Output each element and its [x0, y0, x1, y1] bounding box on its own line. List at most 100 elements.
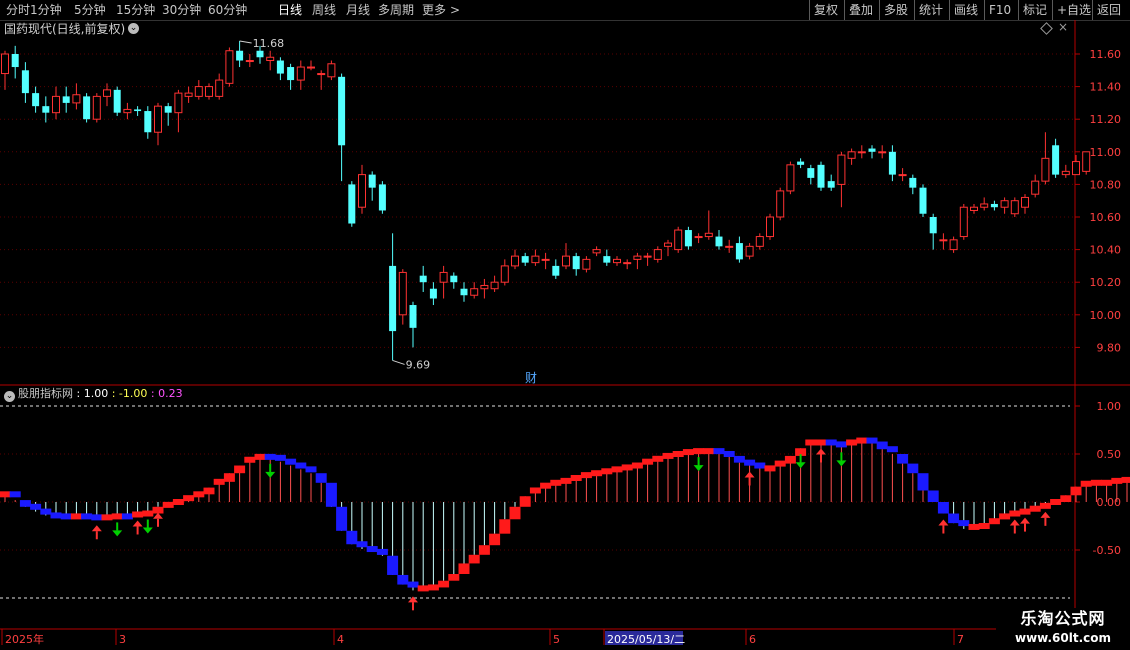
- period-tab-3[interactable]: 15分钟: [116, 1, 155, 19]
- period-tab-4[interactable]: 30分钟: [162, 1, 201, 19]
- signal-bar: [825, 439, 837, 502]
- candle-body: [949, 239, 958, 251]
- date-label: 4: [337, 633, 344, 646]
- signal-block: [478, 545, 490, 555]
- candle: [857, 145, 866, 159]
- period-tab-9[interactable]: 多周期: [378, 1, 414, 19]
- candle: [338, 73, 346, 182]
- signal-block: [693, 448, 705, 455]
- candle: [398, 269, 407, 325]
- toolbar-button-7[interactable]: +自选: [1052, 0, 1095, 20]
- signal-block: [1111, 477, 1123, 484]
- candle: [541, 252, 550, 270]
- candle-body: [807, 168, 815, 178]
- toolbar-button-8[interactable]: 返回: [1092, 0, 1125, 20]
- candle-body: [827, 181, 835, 188]
- candle: [939, 233, 948, 250]
- signal-bar: [9, 491, 21, 502]
- date-label-selected: 2025/05/13/二: [607, 633, 685, 646]
- candle: [623, 259, 632, 270]
- signal-block: [325, 482, 337, 507]
- toolbar-button-2[interactable]: 多股: [879, 0, 912, 20]
- candle: [511, 249, 519, 270]
- signal-block: [489, 533, 501, 546]
- arrow-head: [693, 465, 704, 472]
- signal-block: [193, 491, 205, 498]
- candle: [959, 203, 968, 240]
- signal-block: [897, 454, 909, 464]
- signal-bar: [805, 439, 817, 502]
- candle: [572, 252, 580, 276]
- signal-block: [91, 514, 103, 521]
- candle: [603, 249, 611, 266]
- candle-body: [1031, 180, 1040, 195]
- signal-bar: [30, 502, 42, 512]
- period-tab-10[interactable]: 更多: [422, 1, 446, 19]
- candle: [980, 197, 989, 211]
- signal-bar: [91, 502, 103, 521]
- candle-body: [592, 249, 601, 254]
- signal-bar: [529, 487, 541, 502]
- signal-block: [774, 460, 786, 467]
- period-tab-8[interactable]: 月线: [346, 1, 370, 19]
- indicator-tick-label: 1.00: [1097, 400, 1122, 413]
- signal-bar: [407, 502, 419, 591]
- period-tab-0[interactable]: 分时: [6, 1, 30, 19]
- signal-bar: [764, 465, 776, 502]
- signal-block: [642, 458, 654, 465]
- toolbar-button-5[interactable]: F10: [984, 0, 1015, 20]
- signal-bar: [315, 473, 327, 502]
- toolbar-button-1[interactable]: 叠加: [844, 0, 877, 20]
- candle-body: [674, 229, 683, 251]
- toolbar-button-0[interactable]: 复权: [809, 0, 842, 20]
- signal-bar: [999, 502, 1011, 520]
- signal-block: [846, 439, 858, 446]
- candle-body: [817, 164, 825, 188]
- candle-body: [755, 236, 764, 247]
- candle-body: [184, 92, 193, 97]
- period-tab-5[interactable]: 60分钟: [208, 1, 247, 19]
- candle-body: [1082, 151, 1091, 172]
- signal-bar: [101, 502, 113, 521]
- candle-body: [429, 288, 437, 299]
- candle-body: [552, 265, 560, 276]
- candle-body: [613, 258, 621, 264]
- indicator-tick-label: -0.50: [1093, 544, 1121, 557]
- signal-bar: [631, 462, 643, 502]
- signal-block: [30, 503, 42, 510]
- stock-chart[interactable]: 11.60 11.40 11.20 11.00 10.80 10.60 10.40 10.20…: [0, 20, 1130, 650]
- candle-body: [123, 108, 132, 114]
- candle: [327, 60, 336, 81]
- period-toolbar: 分时 1分钟 5分钟 15分钟 30分钟 60分钟 日线 周线 月线 多周期 更多 > 复权 叠加 多股 统计…: [0, 0, 1130, 21]
- period-tab-1[interactable]: 1分钟: [30, 1, 62, 19]
- arrow-head: [1009, 519, 1020, 526]
- period-tab-7[interactable]: 周线: [312, 1, 336, 19]
- candle-body: [857, 151, 866, 154]
- candle-body: [1041, 157, 1050, 182]
- toolbar-button-6[interactable]: 标记: [1018, 0, 1051, 20]
- candle: [919, 184, 927, 217]
- candle-body: [327, 63, 336, 78]
- candle-body: [623, 262, 632, 265]
- chevron-right-icon[interactable]: >: [450, 1, 460, 19]
- price-tick-label: 11.40: [1090, 81, 1122, 94]
- toolbar-button-3[interactable]: 统计: [914, 0, 947, 20]
- candle-body: [460, 288, 468, 296]
- candle: [1, 50, 9, 90]
- candle-body: [664, 242, 672, 247]
- candle: [276, 57, 284, 81]
- signal-bar: [468, 502, 480, 564]
- toolbar-button-4[interactable]: 画线: [949, 0, 982, 20]
- signal-bar: [611, 466, 623, 502]
- candle: [215, 73, 224, 100]
- period-tab-6[interactable]: 日线: [278, 1, 302, 19]
- signal-block: [540, 482, 552, 489]
- candle-body: [490, 281, 499, 290]
- candle: [62, 86, 70, 113]
- indicator-tick-label: 0.50: [1097, 448, 1122, 461]
- price-tick-label: 10.60: [1090, 211, 1122, 224]
- down-arrow: [142, 519, 153, 534]
- signal-block: [825, 439, 837, 446]
- signal-bar: [142, 502, 154, 517]
- period-tab-2[interactable]: 5分钟: [74, 1, 106, 19]
